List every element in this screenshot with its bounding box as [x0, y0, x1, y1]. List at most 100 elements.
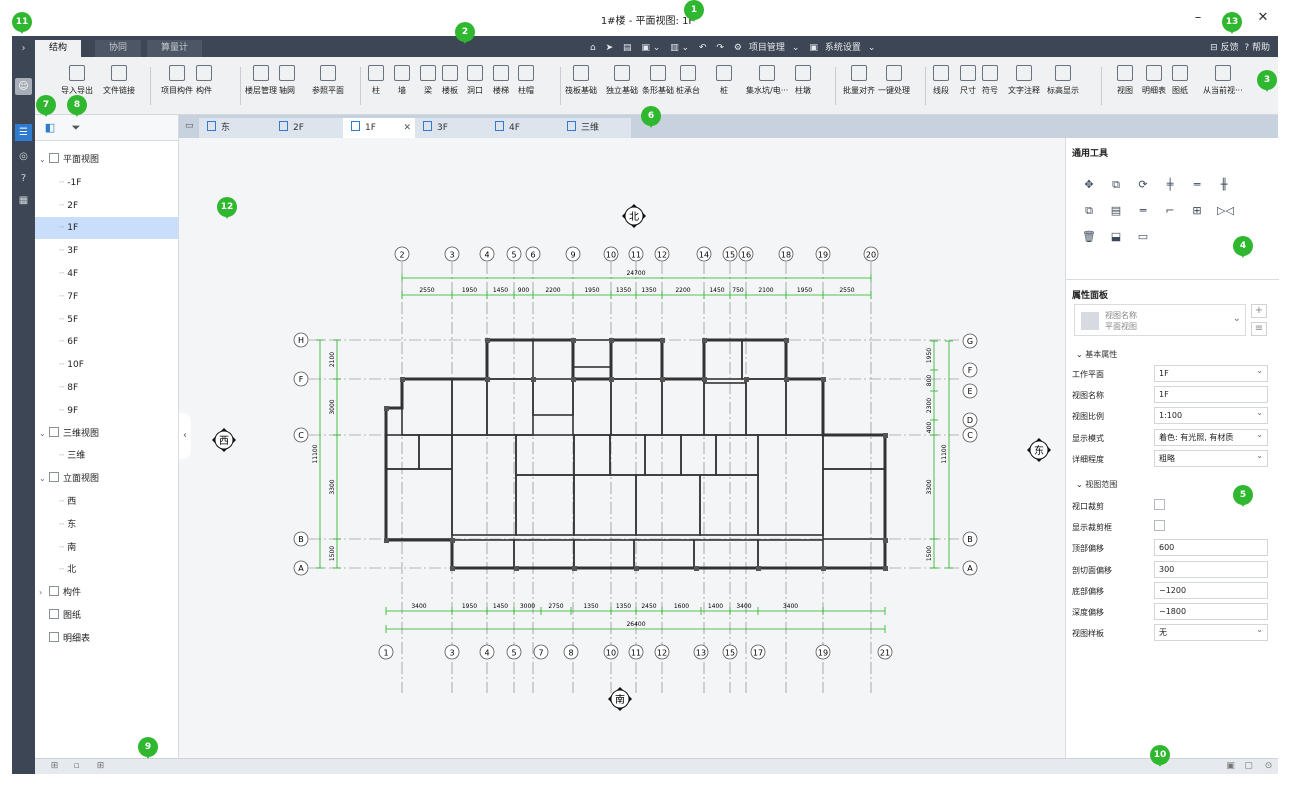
- ribbon-button[interactable]: 批量对齐: [843, 65, 875, 96]
- ribbon-button[interactable]: 楼层管理: [245, 65, 277, 96]
- tab-list-icon[interactable]: ▭: [185, 121, 194, 131]
- tree-item[interactable]: ┈ 3F: [35, 240, 178, 262]
- help-circle-icon[interactable]: ?: [15, 170, 32, 187]
- tree-item[interactable]: ┈ 北: [35, 559, 178, 581]
- offset-icon[interactable]: ▤: [1109, 204, 1123, 218]
- browser-panel-icon[interactable]: ◧: [39, 119, 61, 137]
- group-range[interactable]: ⌄ 视图范围: [1076, 479, 1117, 490]
- ribbon-button[interactable]: 楼梯: [493, 65, 509, 96]
- tree-item[interactable]: ┈ 2F: [35, 195, 178, 217]
- array-icon[interactable]: ⧉: [1082, 204, 1096, 218]
- ribbon-button[interactable]: 集水坑/电···: [746, 65, 788, 96]
- extend-icon[interactable]: ═: [1136, 204, 1150, 218]
- ribbon-button[interactable]: 柱帽: [518, 65, 534, 96]
- ribbon-button[interactable]: 视图: [1117, 65, 1133, 96]
- grid-icon[interactable]: ⊞: [49, 761, 60, 772]
- ribbon-button[interactable]: 符号: [982, 65, 998, 96]
- minimize-button[interactable]: –: [1188, 10, 1208, 26]
- ribbon-button[interactable]: 柱: [368, 65, 384, 96]
- ribbon-button[interactable]: 图纸: [1172, 65, 1188, 96]
- ribbon-button[interactable]: 筏板基础: [565, 65, 597, 96]
- save-icon[interactable]: ▣ ⌄: [641, 43, 660, 53]
- list-view-icon[interactable]: ☰: [15, 124, 32, 141]
- type-selector[interactable]: 视图名称 平面视图 ⌄: [1074, 304, 1246, 336]
- property-select[interactable]: 1:100: [1154, 405, 1268, 425]
- collapse-panel-button[interactable]: ‹: [179, 413, 191, 459]
- tree-item[interactable]: ⌄ 立面视图: [35, 468, 178, 490]
- system-settings-menu[interactable]: 系统设置: [825, 43, 861, 53]
- ribbon-button[interactable]: 尺寸: [960, 65, 976, 96]
- property-input[interactable]: −1800: [1154, 603, 1268, 620]
- group-basic[interactable]: ⌄ 基本属性: [1076, 349, 1117, 360]
- trim-icon[interactable]: ╫: [1217, 178, 1231, 192]
- tree-item[interactable]: 明细表: [35, 628, 178, 650]
- doc-tab[interactable]: 三维: [559, 118, 631, 138]
- close-button[interactable]: ✕: [1253, 10, 1273, 26]
- tile-icon[interactable]: ⊞: [95, 761, 106, 772]
- property-input[interactable]: 600: [1154, 539, 1268, 557]
- layout-icon[interactable]: ▫: [71, 761, 82, 772]
- ribbon-button[interactable]: 导入导出: [61, 65, 93, 96]
- drawing-canvas[interactable]: 北南西东 2 3 4 5 6 9 10 11 12 14 15 16 18 19 20 1 3 4 5 7 8 10 11 12…: [179, 138, 1065, 758]
- edit-type-button[interactable]: ≡: [1251, 322, 1267, 336]
- property-select[interactable]: 着色: 有光照, 有材质: [1154, 427, 1268, 446]
- ribbon-button[interactable]: 明细表: [1142, 65, 1166, 96]
- undo-icon[interactable]: ↶: [699, 43, 707, 53]
- redo-icon[interactable]: ↷: [716, 43, 724, 53]
- ribbon-button[interactable]: 条形基础: [642, 65, 674, 96]
- doc-tab[interactable]: 2F: [271, 118, 343, 138]
- add-type-button[interactable]: +: [1251, 304, 1267, 318]
- ribbon-button[interactable]: 从当前视···: [1203, 65, 1243, 96]
- ribbon-button[interactable]: 楼板: [442, 65, 458, 96]
- file-icon[interactable]: ▤: [623, 43, 632, 53]
- chevron-down-icon[interactable]: ⌄: [39, 149, 49, 171]
- ribbon-button[interactable]: 一键处理: [878, 65, 910, 96]
- tree-item[interactable]: ┈ 6F: [35, 331, 178, 353]
- tree-item[interactable]: ┈ 东: [35, 514, 178, 536]
- tree-item[interactable]: › 构件: [35, 582, 178, 604]
- ribbon-button[interactable]: 文字注释: [1008, 65, 1040, 96]
- tree-item[interactable]: ┈ 南: [35, 537, 178, 559]
- ribbon-button[interactable]: 文件链接: [103, 65, 135, 96]
- property-select[interactable]: 1F: [1154, 363, 1268, 382]
- tree-item[interactable]: ┈ 1F: [35, 217, 178, 240]
- ribbon-button[interactable]: 桩承台: [676, 65, 700, 96]
- ribbon-button[interactable]: 构件: [196, 65, 212, 96]
- settings-dot-icon[interactable]: ⊙: [1263, 761, 1274, 772]
- chevron-down-icon[interactable]: ⌄: [39, 468, 49, 490]
- property-select[interactable]: 粗略: [1154, 448, 1268, 467]
- ribbon-button[interactable]: 线段: [933, 65, 949, 96]
- ribbon-button[interactable]: 洞口: [467, 65, 483, 96]
- window-icon[interactable]: ▣: [1225, 761, 1236, 772]
- ribbon-button[interactable]: 项目构件: [161, 65, 193, 96]
- user-avatar-icon[interactable]: ☺: [15, 78, 32, 95]
- measure-icon[interactable]: ▭: [1136, 230, 1150, 244]
- expand-chevron-icon[interactable]: ›: [15, 40, 32, 57]
- compass-icon[interactable]: ◎: [15, 148, 32, 165]
- ribbon-button[interactable]: 独立基础: [606, 65, 638, 96]
- tree-item[interactable]: ┈ 西: [35, 491, 178, 513]
- grid-apps-icon[interactable]: ▦: [15, 192, 32, 209]
- property-checkbox[interactable]: [1154, 520, 1165, 532]
- doc-tab[interactable]: 4F: [487, 118, 559, 138]
- property-checkbox[interactable]: [1154, 499, 1165, 510]
- tree-item[interactable]: ┈ 4F: [35, 263, 178, 285]
- filter-icon[interactable]: ⏷: [65, 119, 87, 137]
- property-input[interactable]: 1F: [1154, 386, 1268, 404]
- ribbon-button[interactable]: 标高显示: [1047, 65, 1079, 96]
- tree-item[interactable]: ┈ 三维: [35, 445, 178, 467]
- home-icon[interactable]: ⌂: [590, 43, 596, 53]
- tree-item[interactable]: ┈ -1F: [35, 172, 178, 194]
- tab-structure[interactable]: 结构: [35, 40, 82, 57]
- chevron-down-icon[interactable]: ⌄: [39, 423, 49, 445]
- delete-icon[interactable]: 🗑: [1082, 230, 1096, 244]
- chevron-right-icon[interactable]: ›: [39, 582, 49, 604]
- property-input[interactable]: 300: [1154, 560, 1268, 578]
- close-tab-icon[interactable]: ✕: [403, 118, 411, 138]
- property-select[interactable]: 无: [1154, 622, 1268, 642]
- ribbon-button[interactable]: 柱墩: [795, 65, 811, 96]
- tab-quantity[interactable]: 算量计: [147, 40, 203, 57]
- tree-item[interactable]: ┈ 9F: [35, 400, 178, 422]
- panel-icon[interactable]: ▢: [1243, 761, 1254, 772]
- tree-item[interactable]: ┈ 8F: [35, 377, 178, 399]
